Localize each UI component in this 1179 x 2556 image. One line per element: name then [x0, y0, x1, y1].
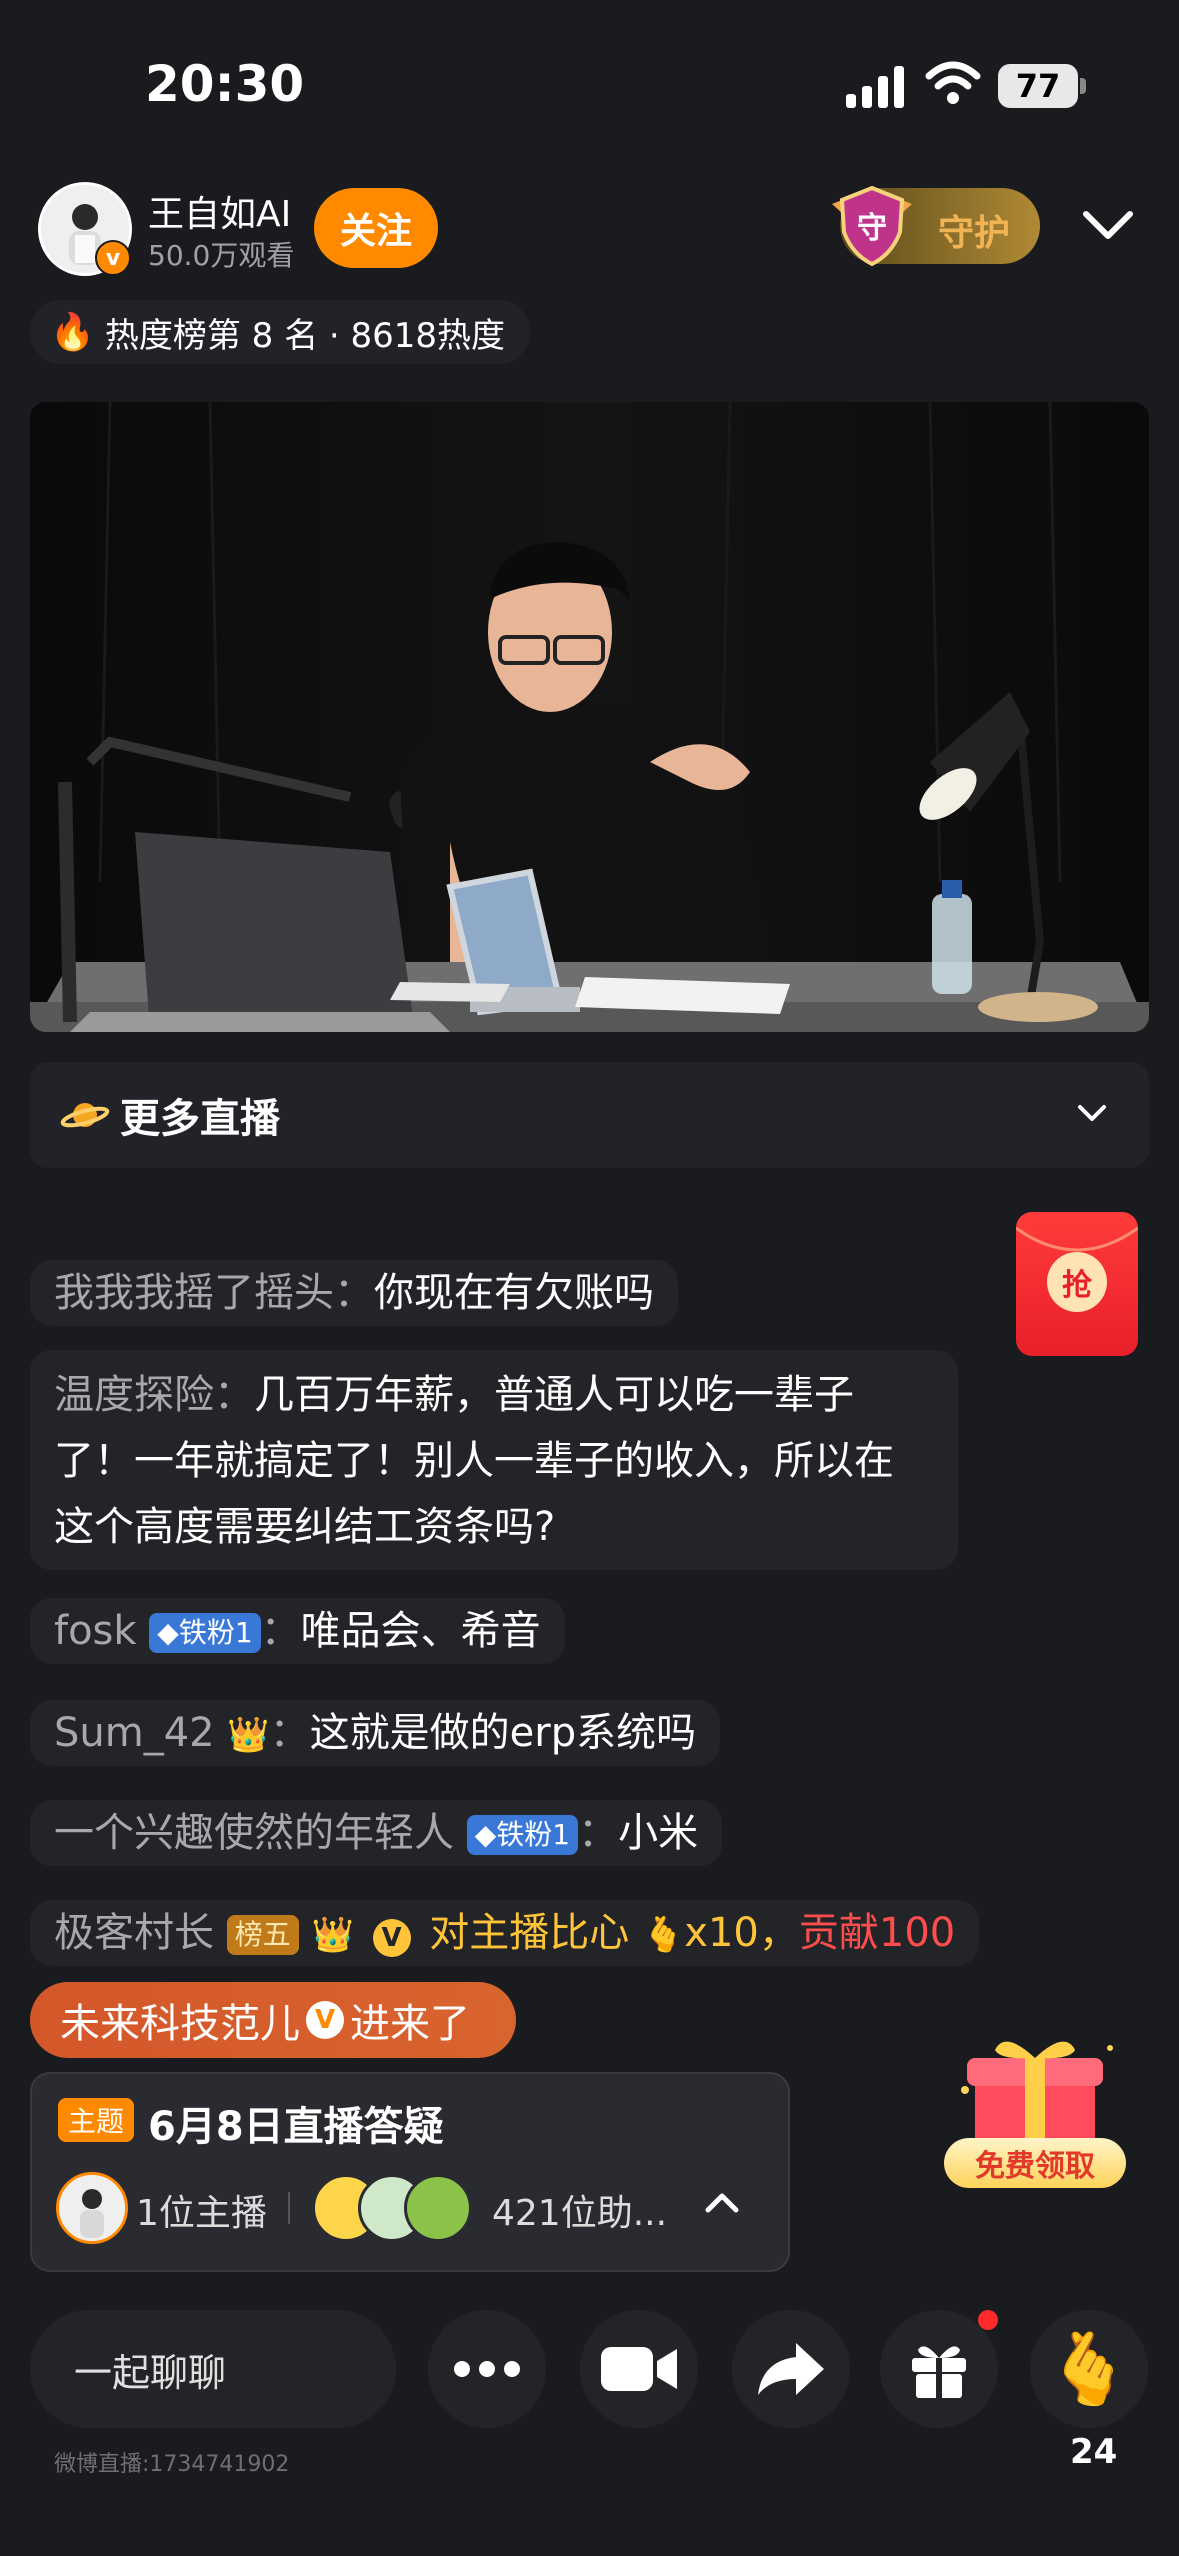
- wifi-icon: [925, 61, 981, 104]
- share-button[interactable]: [732, 2310, 850, 2428]
- follow-button[interactable]: 关注: [314, 188, 438, 268]
- chat-nick: 我我我摇了摇头: [54, 1270, 334, 1316]
- video-camera-icon: [601, 2347, 677, 2391]
- chat-nick: 极客村长: [54, 1910, 214, 1956]
- gift-times: x10，: [684, 1910, 799, 1956]
- live-video[interactable]: [30, 402, 1149, 1032]
- fan-badge: ◆铁粉1: [149, 1613, 261, 1653]
- crown-icon: 👑: [227, 1715, 270, 1755]
- chat-text: 小米: [618, 1810, 699, 1856]
- chat-text-line-3: 这个高度需要纠结工资条吗?: [54, 1504, 556, 1550]
- battery-indicator: 77: [998, 64, 1078, 108]
- chat-message: 我我我摇了摇头：你现在有欠账吗: [30, 1260, 678, 1326]
- fan-badge: ◆铁粉1: [466, 1815, 579, 1855]
- host-count: 1位主播: [136, 2193, 267, 2234]
- status-time: 20:30: [145, 55, 305, 113]
- chat-text: 你现在有欠账吗: [374, 1270, 654, 1316]
- like-count: 24: [1070, 2432, 1118, 2472]
- like-button[interactable]: 🫰: [1030, 2310, 1148, 2428]
- chat-message: 一个兴趣使然的年轻人 ◆铁粉1 ：小米: [30, 1800, 723, 1866]
- heart-hand-icon: 🫰: [641, 1915, 685, 1955]
- chat-text: 唯品会、希音: [300, 1608, 541, 1654]
- verified-badge: v: [95, 240, 131, 276]
- enter-name: 未来科技范儿: [60, 2001, 300, 2047]
- expand-chevron-icon: [1078, 1105, 1106, 1121]
- gift-icon: [912, 2346, 966, 2398]
- contribution-text: 贡献100: [798, 1910, 956, 1956]
- camera-button[interactable]: [580, 2310, 698, 2428]
- free-gift-button[interactable]: 免费领取: [944, 2138, 1126, 2188]
- guard-label: 守护: [938, 213, 1011, 254]
- more-live-label: 更多直播: [120, 1096, 280, 1142]
- heart-hand-icon: 🫰: [1045, 2327, 1133, 2410]
- chat-text-line-2: 了！一年就搞定了！别人一辈子的收入，所以在: [54, 1438, 894, 1484]
- gift-text: 对主播比心: [429, 1910, 630, 1956]
- chat-text-line-1: 几百万年薪，普通人可以吃一辈子: [254, 1372, 854, 1418]
- planet-icon: [60, 1103, 110, 1128]
- collapse-chevron-icon[interactable]: [1078, 200, 1138, 250]
- room-id: 微博直播:1734741902: [54, 2452, 290, 2477]
- verified-badge: V: [306, 2001, 344, 2039]
- battery-tip: [1080, 78, 1086, 94]
- chevron-up-icon[interactable]: [702, 2186, 742, 2220]
- gift-message: 极客村长 榜五 👑 V 对主播比心 🫰x10，贡献100: [30, 1900, 980, 1966]
- chat-input[interactable]: 一起聊聊: [30, 2310, 396, 2428]
- chat-message: fosk ◆铁粉1 ：唯品会、希音: [30, 1598, 565, 1664]
- chat-nick: Sum_42: [54, 1710, 215, 1756]
- chat-message: Sum_42 👑：这就是做的erp系统吗: [30, 1700, 721, 1766]
- notification-dot: [978, 2310, 998, 2330]
- cellular-signal-icon: [846, 64, 906, 108]
- topic-tag: 主题: [58, 2098, 135, 2142]
- enter-notice: 未来科技范儿 V 进来了: [30, 1982, 516, 2058]
- chat-nick: 温度探险: [54, 1372, 214, 1418]
- rank-badge: 榜五: [226, 1915, 299, 1955]
- gift-button[interactable]: [880, 2310, 998, 2428]
- assistant-count: 421位助...: [492, 2193, 668, 2234]
- assistant-avatar: [404, 2174, 472, 2242]
- viewer-count: 50.0万观看: [148, 239, 295, 272]
- hot-rank-pill[interactable]: 🔥 热度榜第 8 名 · 8618热度: [30, 300, 530, 364]
- more-live-bar[interactable]: 更多直播: [30, 1062, 1149, 1168]
- verified-badge: V: [372, 1919, 411, 1957]
- chat-message: 温度探险：几百万年薪，普通人可以吃一辈子 了！一年就搞定了！别人一辈子的收入，所…: [30, 1350, 958, 1570]
- streamer-name[interactable]: 王自如AI: [148, 185, 291, 237]
- red-packet-label: 抢: [1047, 1252, 1107, 1312]
- crown-icon: 👑: [311, 1915, 354, 1955]
- topic-title: 6月8日直播答疑: [148, 2104, 444, 2150]
- host-avatar: [56, 2172, 128, 2244]
- enter-action: 进来了: [350, 2001, 470, 2047]
- hot-rank-text: 热度榜第 8 名 · 8618热度: [104, 315, 506, 356]
- fire-icon: 🔥: [50, 312, 95, 353]
- more-button[interactable]: [428, 2310, 546, 2428]
- divider: [288, 2192, 290, 2224]
- chat-nick: fosk: [54, 1608, 137, 1654]
- guard-shield-char: 守: [857, 211, 887, 246]
- topic-card[interactable]: 主题 6月8日直播答疑 1位主播 421位助...: [30, 2072, 790, 2272]
- red-packet-button[interactable]: 抢: [1016, 1212, 1138, 1356]
- chat-text: 这就是做的erp系统吗: [309, 1710, 697, 1756]
- chat-nick: 一个兴趣使然的年轻人: [54, 1810, 454, 1856]
- guard-shield-icon: 守: [832, 185, 912, 267]
- more-dots-icon: [454, 2361, 520, 2377]
- share-arrow-icon: [758, 2343, 824, 2395]
